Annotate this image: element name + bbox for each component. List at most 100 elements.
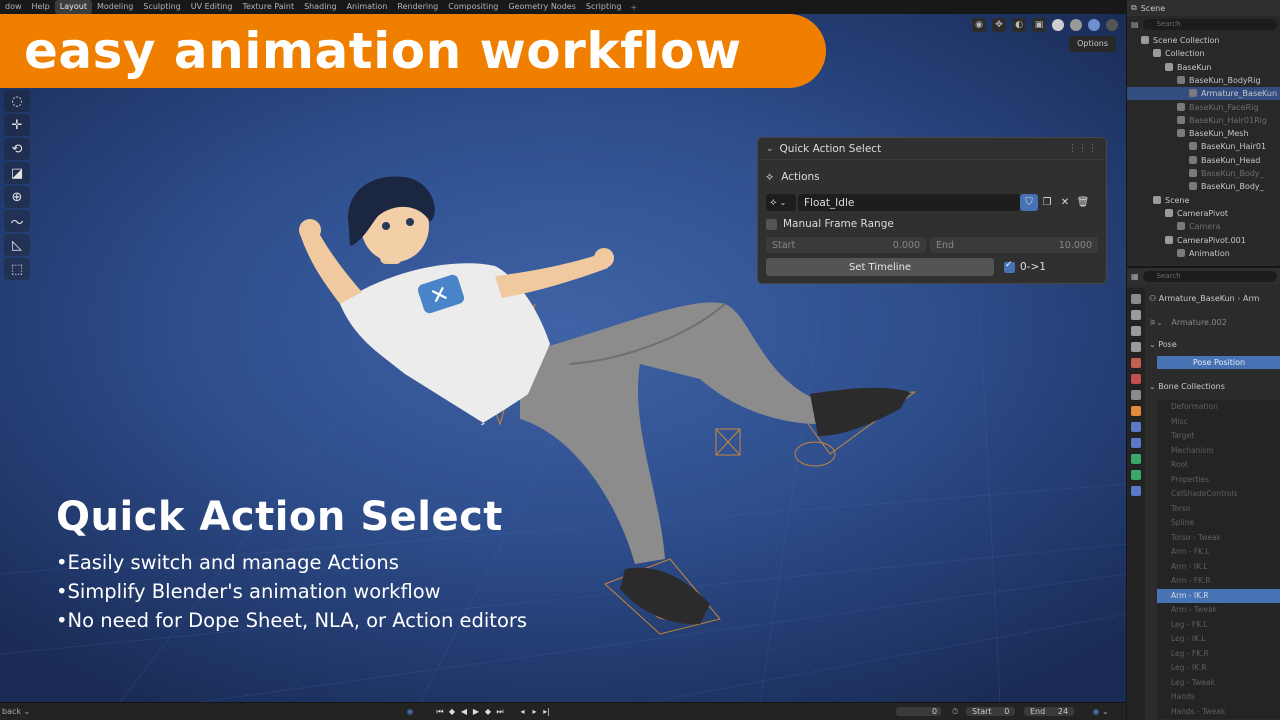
output-tab-icon[interactable]	[1131, 326, 1141, 336]
bone-tab-icon[interactable]	[1131, 470, 1141, 480]
move-tool-icon[interactable]: ✛	[4, 114, 30, 136]
bone-collection-item[interactable]: Target	[1157, 429, 1280, 444]
bone-collection-item[interactable]: Arm - IK.R	[1157, 588, 1280, 603]
scene-tab-icon[interactable]	[1131, 358, 1141, 368]
end-frame-field[interactable]: End 24	[1024, 706, 1075, 718]
prev-frame-icon[interactable]: ◂	[517, 706, 529, 718]
outliner-row[interactable]: Animation	[1127, 247, 1280, 260]
annotate-tool-icon[interactable]: 〜	[4, 210, 30, 232]
outliner-row[interactable]: BaseKun_FaceRig	[1127, 101, 1280, 114]
collapse-chevron-icon[interactable]: ⌄	[766, 144, 774, 154]
transform-tool-icon[interactable]: ⊕	[4, 186, 30, 208]
bone-collection-item[interactable]: Torso - Tweak	[1157, 531, 1280, 546]
outliner-row[interactable]: BaseKun_Body_	[1127, 180, 1280, 193]
bone-collection-item[interactable]: Properties	[1157, 473, 1280, 488]
bone-collection-item[interactable]: Arm - FK.L	[1157, 545, 1280, 560]
bone-collection-item[interactable]: Misc	[1157, 415, 1280, 430]
panel-header[interactable]: ⌄ Quick Action Select ⋮⋮⋮	[758, 138, 1106, 160]
set-timeline-button[interactable]: Set Timeline	[766, 258, 994, 276]
menu-item-animation[interactable]: Animation	[342, 0, 393, 14]
unlink-icon[interactable]: ✕	[1056, 194, 1074, 211]
bone-collection-item[interactable]: Leg - Tweak	[1157, 676, 1280, 691]
editor-type-icon[interactable]: ▦	[1131, 272, 1139, 281]
bone-collection-item[interactable]: Arm - Tweak	[1157, 603, 1280, 618]
material-shading-icon[interactable]	[1088, 19, 1100, 31]
menu-item-geometry-nodes[interactable]: Geometry Nodes	[503, 0, 580, 14]
jump-end-icon[interactable]: ⏭	[494, 706, 506, 718]
rendered-shading-icon[interactable]	[1106, 19, 1118, 31]
outliner-row[interactable]: BaseKun	[1127, 61, 1280, 74]
bone-collection-item[interactable]: Spline	[1157, 516, 1280, 531]
fake-user-shield-icon[interactable]: ⛉	[1020, 194, 1038, 211]
bone-collection-item[interactable]: Leg - FK.R	[1157, 647, 1280, 662]
scene-selector[interactable]: ⧉ Scene	[1127, 0, 1280, 16]
action-name-field[interactable]: Float_Idle	[798, 194, 1020, 211]
bone-collection-item[interactable]: Arm - FK.R	[1157, 574, 1280, 589]
visibility-icon[interactable]: ◉	[972, 18, 986, 32]
prev-keyframe-icon[interactable]: ◆	[446, 706, 458, 718]
bone-collections-section-header[interactable]: ⌄ Bone Collections	[1149, 380, 1225, 393]
menu-item-dow[interactable]: dow	[0, 0, 27, 14]
solid-shading-icon[interactable]	[1070, 19, 1082, 31]
outliner-row[interactable]: CameraPivot.001	[1127, 234, 1280, 247]
start-frame-field[interactable]: Start 0.000	[766, 237, 926, 253]
menu-item-modeling[interactable]: Modeling	[92, 0, 138, 14]
menu-item-sculpting[interactable]: Sculpting	[138, 0, 185, 14]
outliner-row[interactable]: Scene	[1127, 194, 1280, 207]
armature-data-tab-icon[interactable]	[1131, 454, 1141, 464]
bone-collection-item[interactable]: CelShadeControls	[1157, 487, 1280, 502]
armature-data-selector[interactable]: ⚞⌄ Armature.002	[1149, 316, 1227, 329]
bone-collection-item[interactable]: Deformation	[1157, 400, 1280, 415]
keying-icon[interactable]: ◉ ⌄	[1090, 706, 1109, 718]
outliner-row[interactable]: Camera	[1127, 220, 1280, 233]
next-keyframe-icon[interactable]: ◆	[482, 706, 494, 718]
physics-tab-icon[interactable]	[1131, 438, 1141, 448]
tool-tab-icon[interactable]	[1131, 294, 1141, 304]
filter-icon[interactable]: ▤	[1131, 20, 1139, 29]
end-frame-field[interactable]: End 10.000	[930, 237, 1098, 253]
pose-position-button[interactable]: Pose Position	[1157, 356, 1280, 369]
pose-section-header[interactable]: ⌄ Pose	[1149, 338, 1177, 351]
drag-handle-icon[interactable]: ⋮⋮⋮	[1068, 144, 1098, 154]
gizmo-icon[interactable]: ✥	[992, 18, 1006, 32]
menu-item-scripting[interactable]: Scripting	[581, 0, 627, 14]
bone-collection-item[interactable]: Root	[1157, 458, 1280, 473]
jump-start-icon[interactable]: ⏮	[434, 706, 446, 718]
play-icon[interactable]: ▶	[470, 706, 482, 718]
render-tab-icon[interactable]	[1131, 310, 1141, 320]
menu-item-compositing[interactable]: Compositing	[443, 0, 503, 14]
add-workspace-button[interactable]: +	[626, 3, 641, 12]
cursor-tool-icon[interactable]: ◌	[4, 90, 30, 112]
menu-item-shading[interactable]: Shading	[299, 0, 342, 14]
constraint-tab-icon[interactable]	[1131, 486, 1141, 496]
outliner-row[interactable]: BaseKun_Mesh	[1127, 127, 1280, 140]
action-browse-dropdown[interactable]: ⟡ ⌄	[766, 194, 796, 211]
scale-tool-icon[interactable]: ◪	[4, 162, 30, 184]
bone-collection-item[interactable]: Leg - FK.L	[1157, 618, 1280, 633]
outliner-row[interactable]: CameraPivot	[1127, 207, 1280, 220]
range-toggle-checkbox[interactable]	[1004, 260, 1015, 273]
collection-tab-icon[interactable]	[1131, 390, 1141, 400]
bone-collection-item[interactable]: Hands - Tweak	[1157, 705, 1280, 720]
options-button[interactable]: Options	[1069, 36, 1116, 52]
outliner-row[interactable]: BaseKun_Body_	[1127, 167, 1280, 180]
record-icon[interactable]: ◉	[404, 706, 416, 718]
bone-collection-item[interactable]: Mechanism	[1157, 444, 1280, 459]
add-cube-tool-icon[interactable]: ⬚	[4, 258, 30, 280]
outliner-row[interactable]: Collection	[1127, 47, 1280, 60]
start-frame-field[interactable]: Start 0	[966, 706, 1016, 718]
bone-collection-item[interactable]: Leg - IK.L	[1157, 632, 1280, 647]
duplicate-icon[interactable]: ❐	[1038, 194, 1056, 211]
outliner-row[interactable]: Scene Collection	[1127, 34, 1280, 47]
bone-collection-item[interactable]: Arm - IK.L	[1157, 560, 1280, 575]
menu-item-rendering[interactable]: Rendering	[392, 0, 443, 14]
current-frame-field[interactable]: 0	[896, 706, 942, 718]
bone-collection-item[interactable]: Torso	[1157, 502, 1280, 517]
modifier-tab-icon[interactable]	[1131, 422, 1141, 432]
rotate-tool-icon[interactable]: ⟲	[4, 138, 30, 160]
world-tab-icon[interactable]	[1131, 374, 1141, 384]
outliner-row[interactable]: Armature_BaseKun	[1127, 87, 1280, 101]
outliner-row[interactable]: BaseKun_BodyRig	[1127, 74, 1280, 87]
menu-item-layout[interactable]: Layout	[54, 0, 92, 14]
manual-frame-range-checkbox[interactable]	[766, 218, 777, 230]
